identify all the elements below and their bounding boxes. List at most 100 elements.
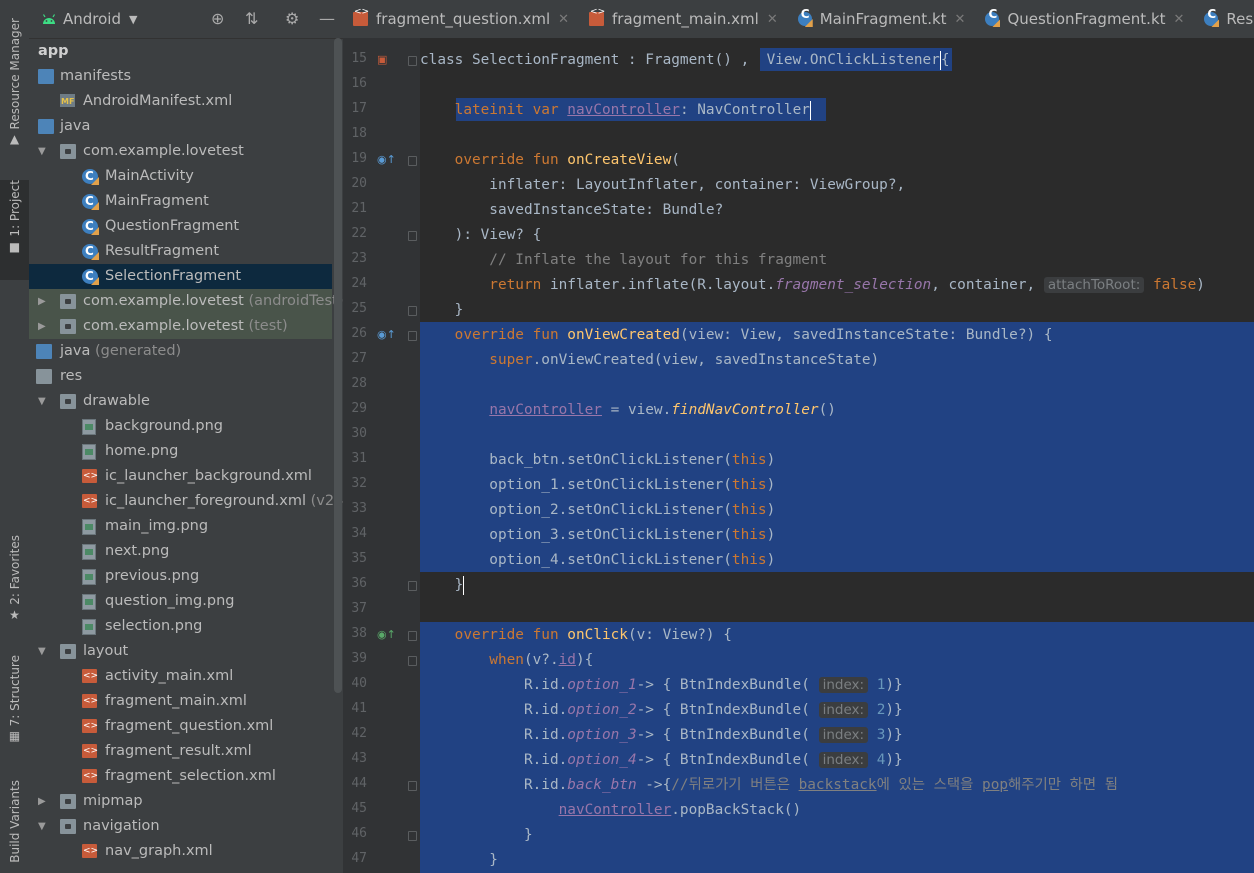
tree-item[interactable]: ic_launcher_foreground.xml (v24) [29,489,349,514]
project-tab[interactable]: 1: Project ■ [0,180,29,280]
tree-item[interactable]: ResultFragment [29,239,332,264]
package-folder-icon [60,819,76,834]
line-number: 26 [351,326,367,341]
override-marker-icon[interactable]: ◉↑ [377,328,396,341]
tree-item[interactable]: SelectionFragment [29,264,332,289]
line-number: 28 [351,376,367,391]
code-token: option_2.setOnClickListener( [420,502,732,518]
tree-item[interactable]: MainFragment [29,189,332,214]
tree-item[interactable]: ▼ com.example.lovetest [29,139,332,164]
generated-folder-icon [36,344,52,359]
tree-item[interactable]: fragment_result.xml [29,739,332,764]
tree-item[interactable]: fragment_selection.xml [29,764,332,789]
locate-icon[interactable]: ⊕ [211,9,224,28]
line-number: 16 [351,76,367,91]
chevron-down-icon[interactable]: ▼ [129,13,137,26]
code-token: R.id. [420,752,568,768]
code-token: = view. [601,402,672,418]
editor-tab[interactable]: QuestionFragment.kt ✕ [975,0,1194,38]
implements-marker-icon[interactable]: ◉↑ [377,628,396,641]
tree-item[interactable]: ▶ mipmap [29,789,332,814]
tree-item[interactable]: home.png [29,439,332,464]
close-icon[interactable]: ✕ [558,12,569,27]
close-icon[interactable]: ✕ [767,12,778,27]
code-token: -> { BtnIndexBundle( [636,727,819,743]
close-icon[interactable]: ✕ [955,12,966,27]
tree-item[interactable]: previous.png [29,564,332,589]
tree-item[interactable]: fragment_question.xml [29,714,332,739]
tree-item[interactable]: java [29,114,332,139]
resource-manager-tab[interactable]: Resource Manager ▲ [0,18,29,163]
tree-item[interactable]: app [29,39,332,64]
tree-item[interactable]: next.png [29,539,332,564]
class-icon[interactable]: ▣ [377,53,387,66]
tree-item[interactable]: fragment_main.xml [29,689,332,714]
code-token: .popBackStack() [671,802,802,818]
editor-tab[interactable]: fragment_question.xml ✕ [343,0,579,38]
tree-item[interactable]: QuestionFragment [29,214,332,239]
editor-tab[interactable]: ResultFragment.kt [1194,0,1254,38]
tree-item[interactable]: ▶ com.example.lovetest (androidTest) [29,289,343,314]
code-token: ) [766,527,776,543]
tree-item[interactable]: java (generated) [29,339,332,364]
chevron-right-icon[interactable]: ▶ [38,314,50,339]
fold-marker-icon[interactable] [408,231,417,241]
fold-marker-icon[interactable] [408,656,417,666]
fold-marker-icon[interactable] [408,781,417,791]
tree-item[interactable]: ▼ layout [29,639,332,664]
chevron-right-icon[interactable]: ▶ [38,789,50,814]
chevron-down-icon[interactable]: ▼ [38,814,50,839]
view-mode-select[interactable]: Android [63,10,121,28]
tree-item-label: manifests [60,68,132,84]
code-editor[interactable]: class SelectionFragment : Fragment() , V… [420,38,1254,873]
structure-tab[interactable]: 7: Structure ▦ [0,655,29,755]
build-variants-tab[interactable]: Build Variants [0,780,29,870]
editor-tab[interactable]: fragment_main.xml ✕ [579,0,788,38]
xml-file-icon [82,839,98,864]
tree-item[interactable]: nav_graph.xml [29,839,332,864]
image-file-icon [82,619,96,635]
project-scrollbar[interactable] [334,38,342,693]
code-token: ) [766,452,776,468]
favorites-tab[interactable]: 2: Favorites ★ [0,535,29,635]
chevron-down-icon[interactable]: ▼ [38,639,50,664]
fold-marker-icon[interactable] [408,331,417,341]
collapse-all-icon[interactable]: ⇅ [245,9,258,28]
hide-icon[interactable]: — [319,9,335,28]
gear-icon[interactable]: ⚙ [285,9,299,28]
line-number: 20 [351,176,367,191]
chevron-right-icon[interactable]: ▶ [38,289,50,314]
tree-item[interactable]: question_img.png [29,589,332,614]
fold-marker-icon[interactable] [408,156,417,166]
fold-marker-icon[interactable] [408,581,417,591]
tree-item[interactable]: ▶ com.example.lovetest (test) [29,314,332,339]
chevron-down-icon[interactable]: ▼ [38,139,50,164]
code-line: R.id.option_1-> { BtnIndexBundle( index:… [420,673,903,698]
fold-marker-icon[interactable] [408,831,417,841]
tree-item[interactable]: AndroidManifest.xml [29,89,332,114]
close-icon[interactable]: ✕ [1174,12,1185,27]
code-line: override fun onViewCreated(view: View, s… [420,323,1053,348]
editor-tab[interactable]: MainFragment.kt ✕ [788,0,976,38]
tree-item[interactable]: manifests [29,64,332,89]
tree-item[interactable]: activity_main.xml [29,664,332,689]
fold-marker-icon[interactable] [408,56,417,66]
tree-item[interactable]: ic_launcher_background.xml [29,464,332,489]
tree-item[interactable]: background.png [29,414,332,439]
tree-item[interactable]: selection.png [29,614,332,639]
tree-item[interactable]: ▼ drawable [29,389,332,414]
tree-item[interactable]: res [29,364,332,389]
code-token: onCreateView [567,152,672,168]
override-marker-icon[interactable]: ◉↑ [377,153,396,166]
resource-manager-label: Resource Manager [7,18,22,130]
tree-item-label: com.example.lovetest (test) [83,318,288,334]
tree-item[interactable]: MainActivity [29,164,332,189]
chevron-down-icon[interactable]: ▼ [38,389,50,414]
tree-item[interactable]: ▼ navigation [29,814,332,839]
fold-marker-icon[interactable] [408,306,417,316]
project-panel: Android ▼ ⊕ ⇅ ⚙ — app manifests AndroidMan… [29,0,349,873]
fold-marker-icon[interactable] [408,631,417,641]
tree-item[interactable]: main_img.png [29,514,332,539]
tree-item-label: res [60,368,83,384]
